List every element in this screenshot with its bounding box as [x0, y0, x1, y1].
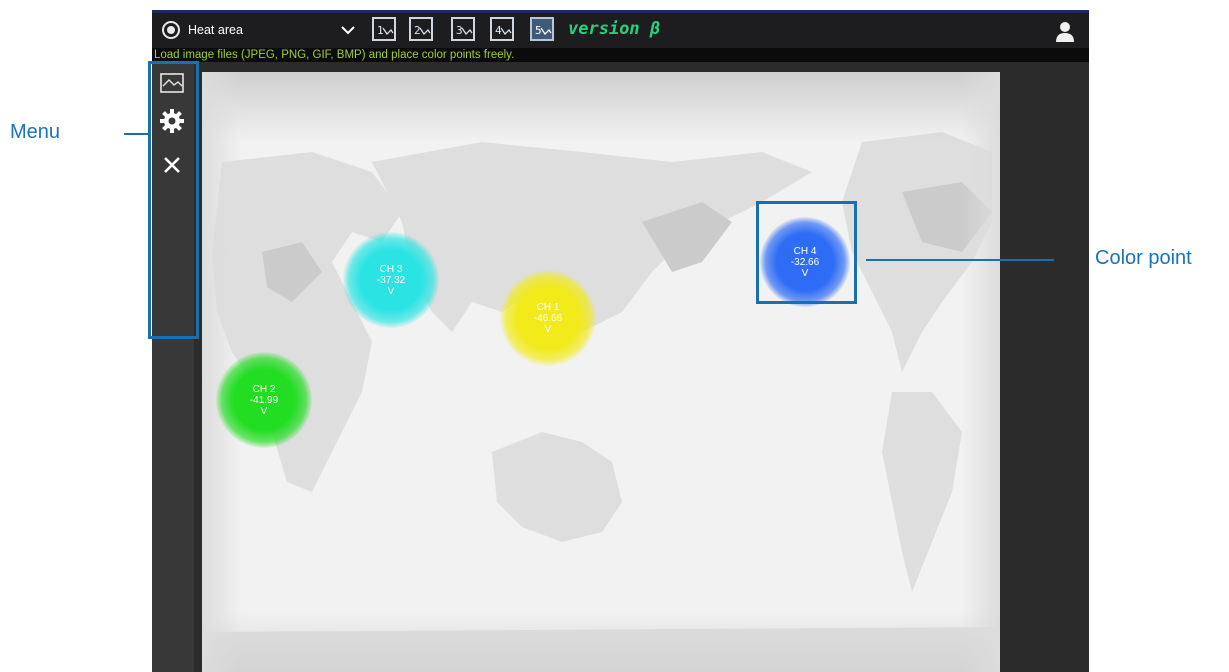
layout-2-button[interactable]: 2 — [409, 17, 433, 41]
menu-callout-label: Menu — [10, 121, 61, 143]
menu-callout-line — [124, 133, 150, 135]
world-map-image — [202, 132, 1000, 672]
canvas-shade-bottom — [202, 612, 1000, 672]
mode-select-label: Heat area — [188, 23, 243, 37]
color-point-value: -46.66 — [533, 312, 563, 324]
color-point-value: -37.32 — [376, 274, 406, 286]
chevron-down-icon — [341, 26, 355, 35]
color-point-ch2[interactable]: CH 2 -41.99 V — [216, 352, 312, 448]
canvas-shade-top — [202, 72, 1000, 142]
layout-1-label: 1 — [377, 24, 384, 37]
hint-text: Load image files (JPEG, PNG, GIF, BMP) a… — [154, 49, 515, 61]
color-point-label: CH 2 — [252, 383, 276, 395]
version-label: version β — [568, 19, 661, 39]
color-point-ch3[interactable]: CH 3 -37.32 V — [343, 232, 439, 328]
layout-4-button[interactable]: 4 — [490, 17, 514, 41]
color-point-callout-line — [866, 259, 1054, 261]
color-point-callout-box — [756, 201, 857, 304]
layout-5-label: 5 — [535, 24, 542, 37]
layout-1-button[interactable]: 1 — [372, 17, 396, 41]
heat-area-app: Heat area 1 2 3 4 5 version β Load image… — [152, 10, 1089, 672]
layout-3-button[interactable]: 3 — [451, 17, 475, 41]
layout-2-label: 2 — [414, 24, 421, 37]
menu-callout-box — [148, 61, 199, 339]
layout-4-label: 4 — [495, 24, 502, 37]
mode-select[interactable]: Heat area — [188, 22, 358, 38]
color-point-label: CH 3 — [379, 263, 403, 275]
layout-3-label: 3 — [456, 24, 463, 37]
color-point-unit: V — [544, 323, 552, 335]
color-point-value: -41.99 — [249, 394, 279, 406]
image-canvas[interactable]: CH 1 -46.66 V CH 2 -41.99 V CH 3 -37.32 … — [202, 72, 1000, 672]
color-point-label: CH 1 — [536, 301, 560, 313]
canvas-shade-right — [960, 72, 1000, 672]
color-point-callout-label: Color point — [1095, 247, 1192, 269]
color-point-unit: V — [387, 285, 395, 297]
user-icon[interactable] — [1055, 21, 1075, 43]
color-point-ch1[interactable]: CH 1 -46.66 V — [500, 270, 596, 366]
top-bar-accent — [152, 10, 1089, 13]
radio-target-icon — [162, 21, 180, 39]
color-point-unit: V — [260, 405, 268, 417]
layout-5-button[interactable]: 5 — [530, 17, 554, 41]
